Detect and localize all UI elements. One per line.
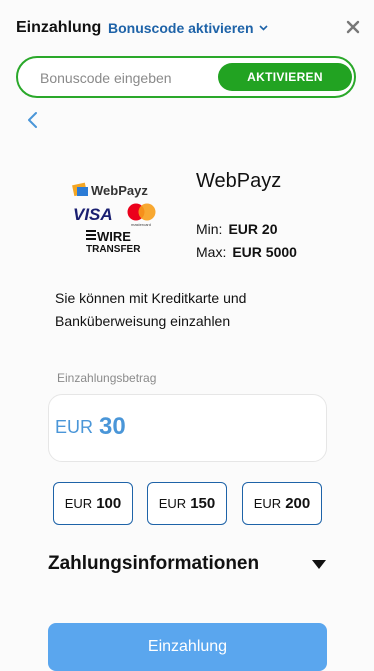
page-title: Einzahlung (16, 19, 102, 36)
max-limit: Max: EUR 5000 (196, 244, 297, 260)
quick-amount-100-button[interactable]: EUR 100 (53, 482, 133, 525)
caret-down-icon[interactable] (312, 560, 326, 569)
quick-amount-value: 100 (96, 495, 122, 512)
svg-text:WebPayz: WebPayz (91, 183, 148, 198)
amount-input[interactable]: EUR 30 (48, 394, 327, 462)
bonus-code-toggle[interactable]: Bonuscode aktivieren (108, 20, 268, 36)
deposit-button[interactable]: Einzahlung (48, 623, 327, 671)
svg-text:WIRE: WIRE (97, 229, 131, 244)
amount-currency: EUR (55, 417, 94, 437)
svg-text:VISA: VISA (73, 205, 113, 224)
close-icon[interactable] (344, 18, 362, 36)
min-limit-label: Min: (196, 221, 223, 237)
quick-amount-150-button[interactable]: EUR 150 (147, 482, 227, 525)
payment-method-logo: WebPayz VISA mastercard WIRE TRANSFER (72, 182, 156, 254)
bonus-code-form: AKTIVIEREN (16, 56, 356, 98)
quick-amount-currency: EUR (158, 496, 187, 511)
back-arrow-icon[interactable] (24, 110, 42, 130)
amount-value: 30 (99, 413, 126, 440)
min-limit-value: EUR 20 (228, 221, 278, 237)
bonus-code-input[interactable] (38, 69, 212, 87)
quick-amount-value: 200 (285, 495, 311, 512)
max-limit-label: Max: (196, 244, 227, 260)
quick-amount-value: 150 (190, 495, 216, 512)
quick-amount-200-button[interactable]: EUR 200 (242, 482, 322, 525)
max-limit-value: EUR 5000 (232, 244, 297, 260)
activate-button[interactable]: AKTIVIEREN (218, 63, 352, 91)
quick-amount-currency: EUR (253, 496, 282, 511)
bonus-code-toggle-label: Bonuscode aktivieren (108, 20, 254, 36)
chevron-down-icon (258, 25, 268, 31)
min-limit: Min: EUR 20 (196, 221, 277, 237)
svg-text:TRANSFER: TRANSFER (86, 244, 141, 254)
payment-info-toggle[interactable]: Zahlungsinformationen (48, 553, 259, 575)
svg-text:mastercard: mastercard (131, 222, 151, 227)
payment-method-description: Sie können mit Kreditkarte und Banküberw… (55, 290, 247, 329)
amount-label: Einzahlungsbetrag (57, 371, 157, 385)
payment-method-name: WebPayz (196, 170, 282, 192)
quick-amount-currency: EUR (64, 496, 93, 511)
